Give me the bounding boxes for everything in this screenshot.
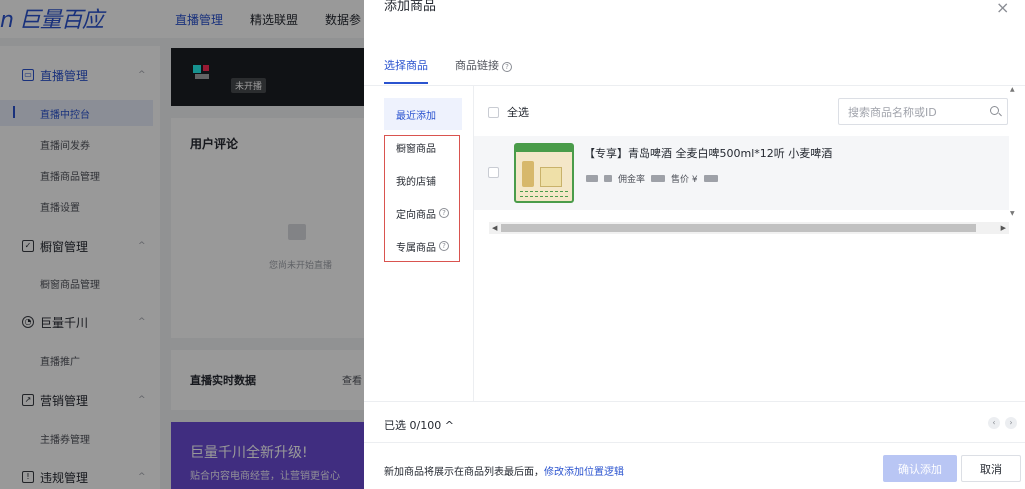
search-input[interactable]: 搜索商品名称或ID [838,98,1008,125]
product-meta: 佣金率 售价 ¥ [586,172,718,185]
chevron-right-icon[interactable]: › [1005,417,1017,429]
app-background: n 巨量百应 直播管理 精选联盟 数据参 ▭ 直播管理 ^ 直播中控台 直播间发… [0,0,1025,489]
add-product-drawer: 添加商品 × 选择商品 商品链接? 最近添加 橱窗商品 我的店铺 定向商品? 专… [364,0,1025,489]
active-tab-indicator [384,82,428,84]
product-title: 【专享】青岛啤酒 全麦白啤500ml*12听 小麦啤酒 [584,147,833,160]
search-placeholder: 搜索商品名称或ID [848,105,937,119]
chevron-up-icon: ^ [444,419,454,432]
vertical-scrollbar[interactable]: ▲ ▼ [1009,86,1019,236]
confirm-add-button[interactable]: 确认添加 [883,455,957,482]
category-recent[interactable]: 最近添加 [384,98,462,130]
redacted-value [586,175,598,182]
redacted-value [703,175,718,182]
modal-overlay[interactable] [0,0,364,489]
change-position-link[interactable]: 修改添加位置逻辑 [544,467,624,478]
scrollbar-thumb[interactable] [501,224,976,232]
close-icon[interactable]: × [996,0,1009,17]
scroll-down-icon[interactable]: ▼ [1010,210,1015,217]
redacted-value [651,175,666,182]
tab-select-product[interactable]: 选择商品 [384,57,428,73]
pager: ‹ › [988,417,1017,429]
divider [364,401,1025,402]
tab-label: 选择商品 [384,59,428,72]
scroll-right-icon[interactable]: ▶ [1001,222,1006,234]
commission-label: 佣金率 [618,175,646,185]
product-checkbox[interactable] [488,167,499,178]
info-icon[interactable]: ? [502,62,512,72]
selected-count[interactable]: 已选 0/100 ^ [384,417,454,433]
redacted-value [604,175,612,182]
horizontal-scrollbar[interactable]: ◀ ▶ [489,222,1009,234]
select-all-checkbox[interactable] [488,106,499,118]
footer-note: 新加商品将展示在商品列表最后面，修改添加位置逻辑 [384,463,624,478]
cancel-button[interactable]: 取消 [961,455,1021,482]
scroll-up-icon[interactable]: ▲ [1010,86,1015,93]
select-all-label: 全选 [507,106,529,119]
note-text: 新加商品将展示在商品列表最后面， [384,467,544,478]
search-icon[interactable] [990,106,999,115]
product-row[interactable]: 【专享】青岛啤酒 全麦白啤500ml*12听 小麦啤酒 佣金率 售价 ¥ [474,136,1009,210]
select-all[interactable]: 全选 [488,104,529,120]
divider [364,442,1025,443]
highlight-box [384,135,460,262]
scroll-left-icon[interactable]: ◀ [492,222,497,234]
selected-count-label: 已选 0/100 [384,419,442,432]
tab-label: 商品链接 [455,59,499,72]
product-image [514,143,574,203]
chevron-left-icon[interactable]: ‹ [988,417,1000,429]
drawer-title: 添加商品 [384,0,437,14]
price-label: 售价 ¥ [671,175,698,185]
tab-product-link[interactable]: 商品链接? [455,57,512,73]
